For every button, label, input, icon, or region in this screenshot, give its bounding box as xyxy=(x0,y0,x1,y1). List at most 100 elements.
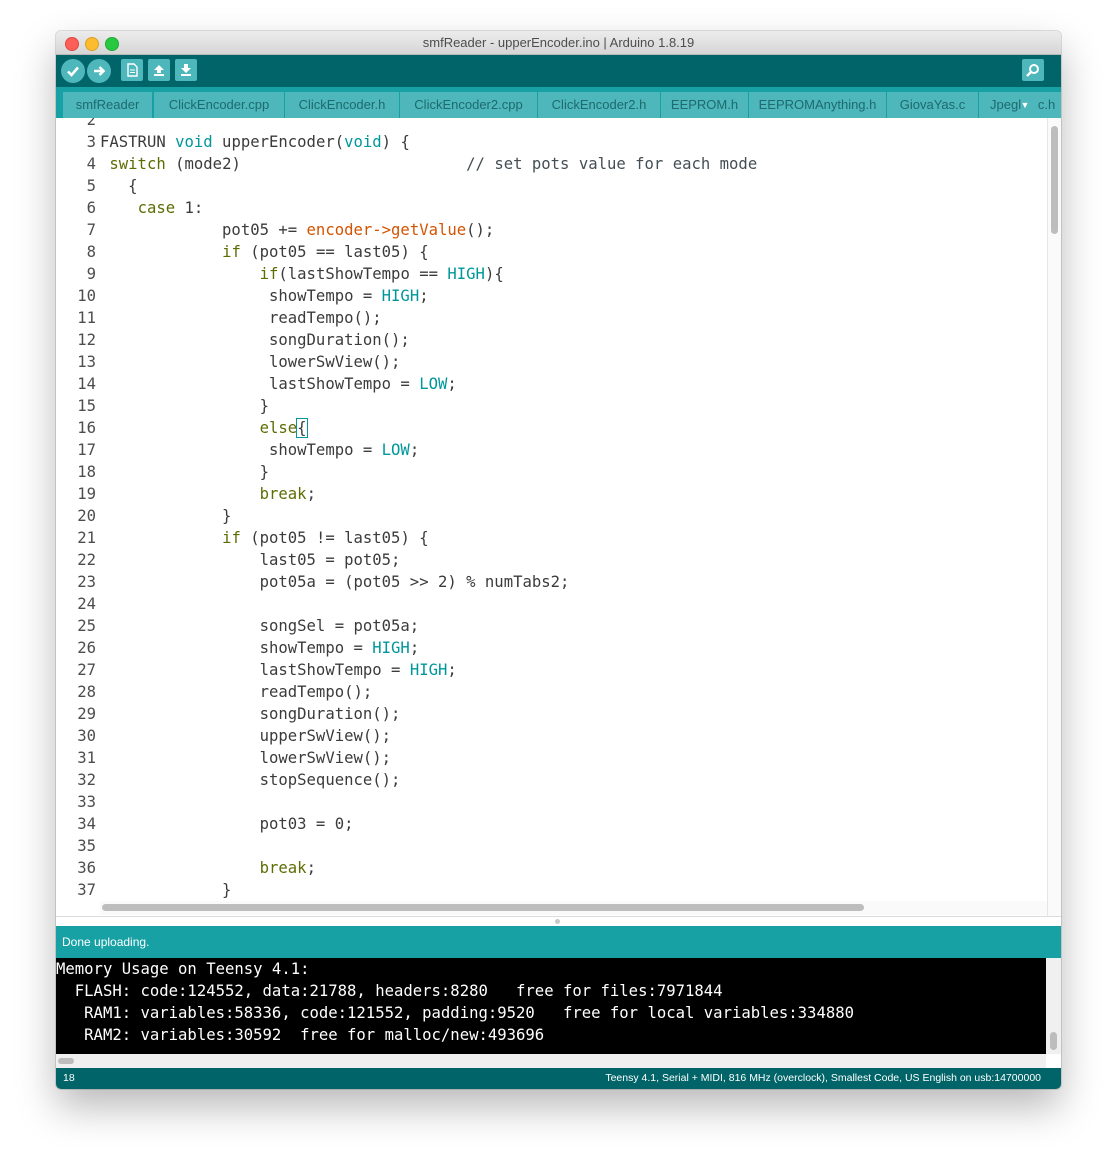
code-line[interactable]: upperSwView(); xyxy=(100,725,391,747)
code-line[interactable]: readTempo(); xyxy=(100,307,382,329)
sketch-tabs: smfReader upperEncoder ClickEncoder.cpp … xyxy=(56,87,1061,118)
line-number: 35 xyxy=(77,837,96,855)
line-number: 3 xyxy=(86,133,96,151)
editor-vertical-scroll-thumb[interactable] xyxy=(1051,126,1058,234)
line-number: 11 xyxy=(77,309,96,327)
new-sketch-button[interactable] xyxy=(121,59,143,81)
line-number: 5 xyxy=(86,177,96,195)
line-number: 8 xyxy=(86,243,96,261)
line-number: 21 xyxy=(77,529,96,547)
line-number: 34 xyxy=(77,815,96,833)
console-vertical-scrollbar[interactable] xyxy=(1046,958,1061,1054)
line-number: 31 xyxy=(77,749,96,767)
line-number: 12 xyxy=(77,331,96,349)
line-number: 23 xyxy=(77,573,96,591)
code-line[interactable]: showTempo = LOW; xyxy=(100,439,419,461)
line-number: 25 xyxy=(77,617,96,635)
code-line[interactable]: switch (mode2) // set pots value for eac… xyxy=(100,153,757,175)
code-line[interactable]: if(lastShowTempo == HIGH){ xyxy=(100,263,504,285)
line-number: 20 xyxy=(77,507,96,525)
line-number: 7 xyxy=(86,221,96,239)
code-line[interactable]: last05 = pot05; xyxy=(100,549,401,571)
tab-eepromanything-h[interactable]: EEPROMAnything.h xyxy=(749,92,886,118)
code-line[interactable]: stopSequence(); xyxy=(100,769,401,791)
verify-button[interactable] xyxy=(61,59,85,83)
code-line[interactable]: pot03 = 0; xyxy=(100,813,354,835)
line-number: 28 xyxy=(77,683,96,701)
code-line[interactable]: break; xyxy=(100,483,316,505)
open-sketch-button[interactable] xyxy=(148,59,170,81)
upload-icon xyxy=(94,66,106,76)
upload-button[interactable] xyxy=(87,59,111,83)
code-line[interactable]: if (pot05 != last05) { xyxy=(100,527,429,549)
line-number: 18 xyxy=(77,463,96,481)
code-line[interactable]: pot05a = (pot05 >> 2) % numTabs2; xyxy=(100,571,570,593)
status-message: Done uploading. xyxy=(62,935,150,949)
code-line[interactable]: case 1: xyxy=(100,197,204,219)
code-line[interactable]: } xyxy=(100,461,269,483)
code-line[interactable]: showTempo = HIGH; xyxy=(100,637,420,659)
line-number: 19 xyxy=(77,485,96,503)
editor-horizontal-scrollbar[interactable] xyxy=(100,901,1047,915)
serial-monitor-button[interactable] xyxy=(1022,59,1044,81)
code-line[interactable]: readTempo(); xyxy=(100,681,373,703)
code-line[interactable]: songDuration(); xyxy=(100,329,410,351)
line-number: 13 xyxy=(77,353,96,371)
status-bar: Done uploading. xyxy=(56,926,1061,958)
tab-clickencoder-h[interactable]: ClickEncoder.h xyxy=(285,92,399,118)
code-line[interactable]: } xyxy=(100,879,231,901)
line-number: 16 xyxy=(77,419,96,437)
code-line[interactable]: pot05 += encoder->getValue(); xyxy=(100,219,494,241)
code-line[interactable]: } xyxy=(100,395,269,417)
code-line[interactable]: } xyxy=(100,505,231,527)
line-number: 17 xyxy=(77,441,96,459)
console-horizontal-scroll-thumb[interactable] xyxy=(58,1058,74,1064)
line-number: 10 xyxy=(77,287,96,305)
editor-vertical-scrollbar[interactable] xyxy=(1047,118,1061,917)
line-number: 4 xyxy=(86,155,96,173)
code-editor[interactable]: 2 3 FASTRUN void upperEncoder(void) {4 swi… xyxy=(56,118,1061,915)
open-icon xyxy=(154,65,164,76)
code-line[interactable]: if (pot05 == last05) { xyxy=(100,241,429,263)
line-number: 2 xyxy=(86,118,96,129)
line-number: 15 xyxy=(77,397,96,415)
code-line[interactable]: FASTRUN void upperEncoder(void) { xyxy=(100,131,410,153)
tab-clickencoder2-cpp[interactable]: ClickEncoder2.cpp xyxy=(400,92,537,118)
console-horizontal-scrollbar[interactable] xyxy=(56,1054,1046,1068)
line-number: 26 xyxy=(77,639,96,657)
code-line[interactable]: { xyxy=(100,175,137,197)
tab-menu-arrow-icon[interactable]: ▼ xyxy=(1018,92,1032,118)
output-console[interactable]: Memory Usage on Teensy 4.1: FLASH: code:… xyxy=(56,958,1046,1054)
tab-clickencoder-cpp[interactable]: ClickEncoder.cpp xyxy=(154,92,284,118)
tab-giovayas-c[interactable]: GiovaYas.c xyxy=(887,92,978,118)
code-line[interactable]: songDuration(); xyxy=(100,703,401,725)
code-line[interactable]: break; xyxy=(100,857,316,879)
split-divider[interactable] xyxy=(56,916,1061,926)
code-line[interactable]: songSel = pot05a; xyxy=(100,615,420,637)
line-number: 22 xyxy=(77,551,96,569)
code-line[interactable]: showTempo = HIGH; xyxy=(100,285,429,307)
verify-icon xyxy=(67,66,79,77)
line-number: 24 xyxy=(77,595,96,613)
serial-monitor-icon xyxy=(1026,64,1039,77)
tab-eeprom-h[interactable]: EEPROM.h xyxy=(661,92,748,118)
code-line[interactable]: lowerSwView(); xyxy=(100,351,400,373)
code-line[interactable]: lastShowTempo = HIGH; xyxy=(100,659,457,681)
editor-horizontal-scroll-thumb[interactable] xyxy=(102,904,864,911)
line-number: 29 xyxy=(77,705,96,723)
window-title: smfReader - upperEncoder.ino | Arduino 1… xyxy=(422,35,695,50)
console-line: Memory Usage on Teensy 4.1: xyxy=(56,960,310,978)
line-number: 37 xyxy=(77,881,96,899)
save-sketch-button[interactable] xyxy=(175,59,197,81)
arduino-window: smfReader - upperEncoder.ino | Arduino 1… xyxy=(56,31,1061,1089)
tab-clickencoder2-h[interactable]: ClickEncoder2.h xyxy=(538,92,660,118)
tab-c-h[interactable]: c.h xyxy=(1032,92,1061,118)
divider-handle[interactable] xyxy=(555,919,560,924)
toolbar xyxy=(56,55,1061,87)
code-line[interactable]: lowerSwView(); xyxy=(100,747,391,769)
line-number: 30 xyxy=(77,727,96,745)
code-line[interactable]: else{ xyxy=(100,417,308,439)
tab-smfreader[interactable]: smfReader xyxy=(63,92,152,118)
code-line[interactable]: lastShowTempo = LOW; xyxy=(100,373,457,395)
console-vertical-scroll-thumb[interactable] xyxy=(1050,1032,1057,1050)
